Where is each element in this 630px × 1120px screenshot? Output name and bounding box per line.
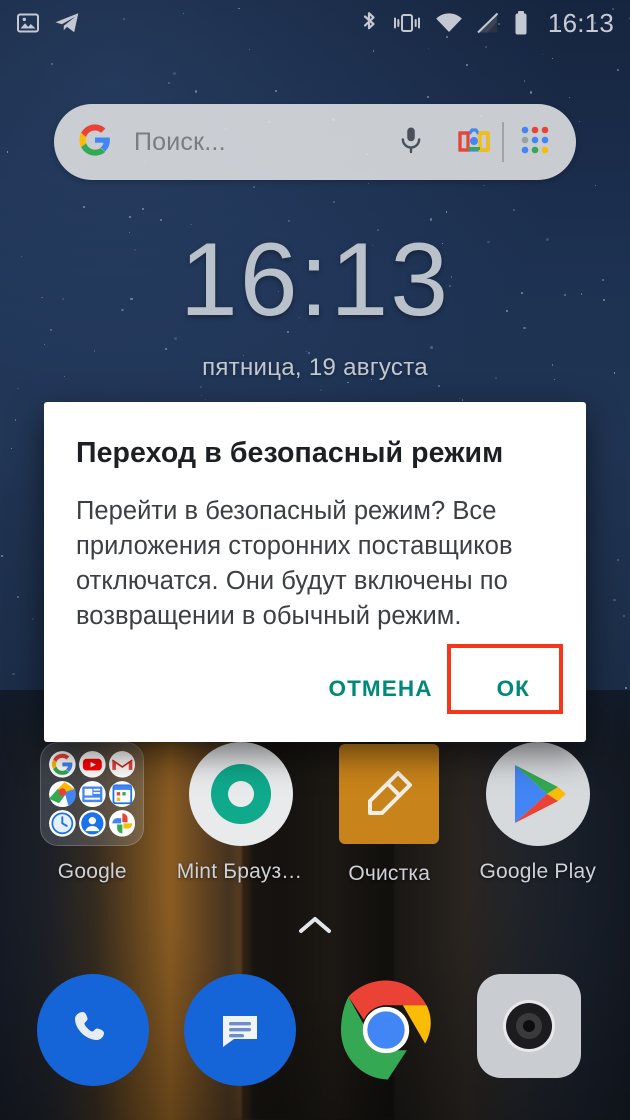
dialog-message: Перейти в безопасный режим? Все приложен… [76, 497, 513, 630]
ok-button[interactable]: ОК [477, 662, 550, 716]
dialog-title: Переход в безопасный режим [76, 437, 504, 469]
safe-mode-dialog: Переход в безопасный режим Перейти в без… [44, 402, 586, 742]
phone-screen: 16:13 Поиск... 16:13 пятница, 19 августа… [0, 0, 630, 1120]
ok-button-wrapper: ОК [446, 644, 563, 716]
cancel-button[interactable]: ОТМЕНА [308, 662, 452, 716]
dialog-actions: ОТМЕНА ОК [74, 644, 563, 732]
